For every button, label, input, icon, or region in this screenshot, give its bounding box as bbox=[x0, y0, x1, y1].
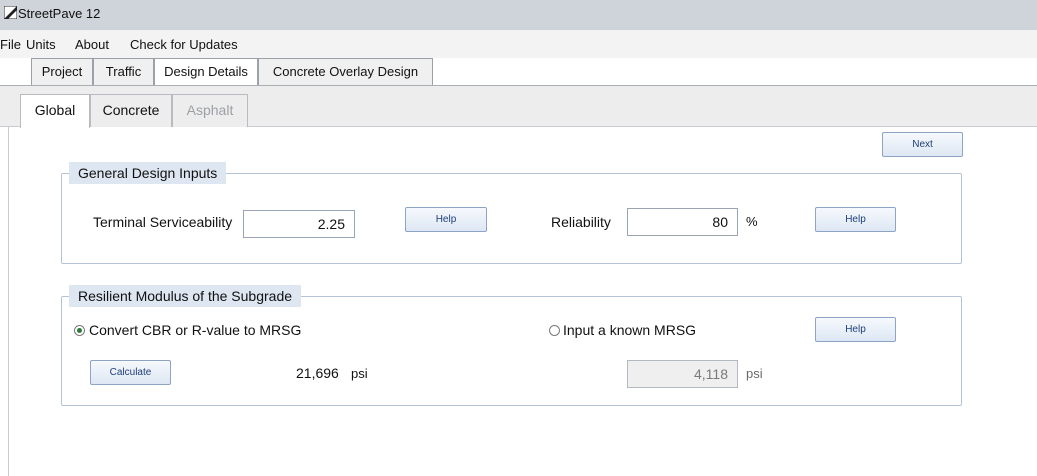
title-bar bbox=[0, 0, 1037, 30]
tab-concrete[interactable]: Concrete bbox=[90, 94, 172, 127]
known-mrsg-radio[interactable] bbox=[549, 325, 560, 336]
tab-design-details[interactable]: Design Details bbox=[154, 58, 258, 85]
resilient-modulus-title: Resilient Modulus of the Subgrade bbox=[69, 285, 302, 307]
next-button[interactable]: Next bbox=[882, 132, 963, 157]
menu-about[interactable]: About bbox=[75, 37, 109, 52]
reliability-label: Reliability bbox=[551, 214, 611, 230]
known-mrsg-input: 4,118 bbox=[627, 360, 738, 388]
tab-concrete-overlay-design[interactable]: Concrete Overlay Design bbox=[258, 58, 433, 85]
reliability-input[interactable]: 80 bbox=[627, 208, 738, 236]
panel-border bbox=[8, 126, 9, 476]
resilient-modulus-group bbox=[61, 296, 962, 406]
calculated-mrsg-unit: psi bbox=[351, 366, 368, 381]
menu-units[interactable]: Units bbox=[26, 37, 56, 52]
tab-traffic[interactable]: Traffic bbox=[93, 58, 154, 85]
known-mrsg-unit: psi bbox=[746, 366, 763, 381]
reliability-help-button[interactable]: Help bbox=[815, 207, 896, 232]
app-logo-icon bbox=[4, 6, 17, 19]
convert-cbr-radio[interactable] bbox=[74, 325, 85, 336]
tab-project[interactable]: Project bbox=[31, 58, 93, 85]
terminal-serviceability-label: Terminal Serviceability bbox=[93, 214, 233, 230]
reliability-percent-unit: % bbox=[746, 214, 758, 229]
calculated-mrsg-value: 21,696 bbox=[296, 365, 339, 381]
general-design-inputs-title: General Design Inputs bbox=[69, 162, 227, 184]
convert-cbr-label[interactable]: Convert CBR or R-value to MRSG bbox=[89, 322, 301, 338]
terminal-serviceability-input[interactable]: 2.25 bbox=[243, 210, 355, 238]
resilient-help-button[interactable]: Help bbox=[815, 317, 896, 342]
calculate-button[interactable]: Calculate bbox=[90, 360, 171, 385]
tab-asphalt: Asphalt bbox=[172, 94, 248, 127]
tab-global[interactable]: Global bbox=[20, 94, 90, 128]
app-title: StreetPave 12 bbox=[18, 6, 101, 21]
known-mrsg-label[interactable]: Input a known MRSG bbox=[563, 322, 696, 338]
terminal-help-button[interactable]: Help bbox=[405, 207, 487, 232]
menu-check-for-updates[interactable]: Check for Updates bbox=[130, 37, 238, 52]
menu-file[interactable]: File bbox=[0, 37, 21, 52]
